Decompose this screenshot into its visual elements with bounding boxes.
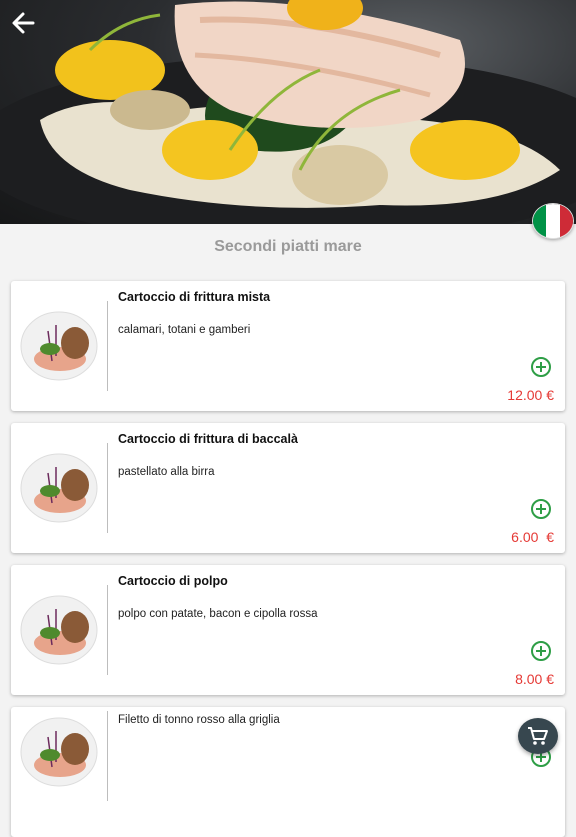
card-divider xyxy=(107,711,108,801)
back-button[interactable] xyxy=(10,10,44,44)
dish-photo xyxy=(20,453,98,523)
card-divider xyxy=(107,443,108,533)
add-to-cart-button[interactable] xyxy=(530,640,552,662)
dish-price: 6.00 € xyxy=(511,529,554,545)
shopping-cart-icon xyxy=(528,727,548,745)
menu-item-card[interactable]: Cartoccio di polpo polpo con patate, bac… xyxy=(11,565,565,695)
dish-name: Cartoccio di frittura di baccalà xyxy=(118,432,298,446)
dish-description: calamari, totani e gamberi xyxy=(118,324,251,336)
language-flag-italy[interactable] xyxy=(532,203,574,239)
plus-circle-icon xyxy=(531,641,551,661)
dish-description: polpo con patate, bacon e cipolla rossa xyxy=(118,608,318,620)
dish-photo xyxy=(20,717,98,787)
dish-price: 12.00 € xyxy=(507,387,554,403)
dish-name: Cartoccio di frittura mista xyxy=(118,290,271,304)
hero-image xyxy=(0,0,576,224)
add-to-cart-button[interactable] xyxy=(530,498,552,520)
menu-item-card[interactable]: Cartoccio di frittura mista calamari, to… xyxy=(11,281,565,411)
dish-description: pastellato alla birra xyxy=(118,466,215,478)
dish-name: Cartoccio di polpo xyxy=(118,574,228,588)
dish-photo xyxy=(20,311,98,381)
dish-description: Filetto di tonno rosso alla griglia xyxy=(118,714,280,726)
card-divider xyxy=(107,585,108,675)
flag-white-stripe xyxy=(546,204,560,238)
section-title: Secondi piatti mare xyxy=(214,238,362,255)
add-to-cart-button[interactable] xyxy=(530,356,552,378)
menu-item-card[interactable]: Cartoccio di frittura di baccalà pastell… xyxy=(11,423,565,553)
arrow-left-icon xyxy=(12,12,35,34)
dish-price: 8.00 € xyxy=(515,671,554,687)
plus-circle-icon xyxy=(531,357,551,377)
cart-button[interactable] xyxy=(518,718,558,754)
fish-dish-illustration xyxy=(0,0,576,224)
card-divider xyxy=(107,301,108,391)
menu-item-card[interactable]: Filetto di tonno rosso alla griglia xyxy=(11,707,565,837)
dish-photo xyxy=(20,595,98,665)
plus-circle-icon xyxy=(531,499,551,519)
